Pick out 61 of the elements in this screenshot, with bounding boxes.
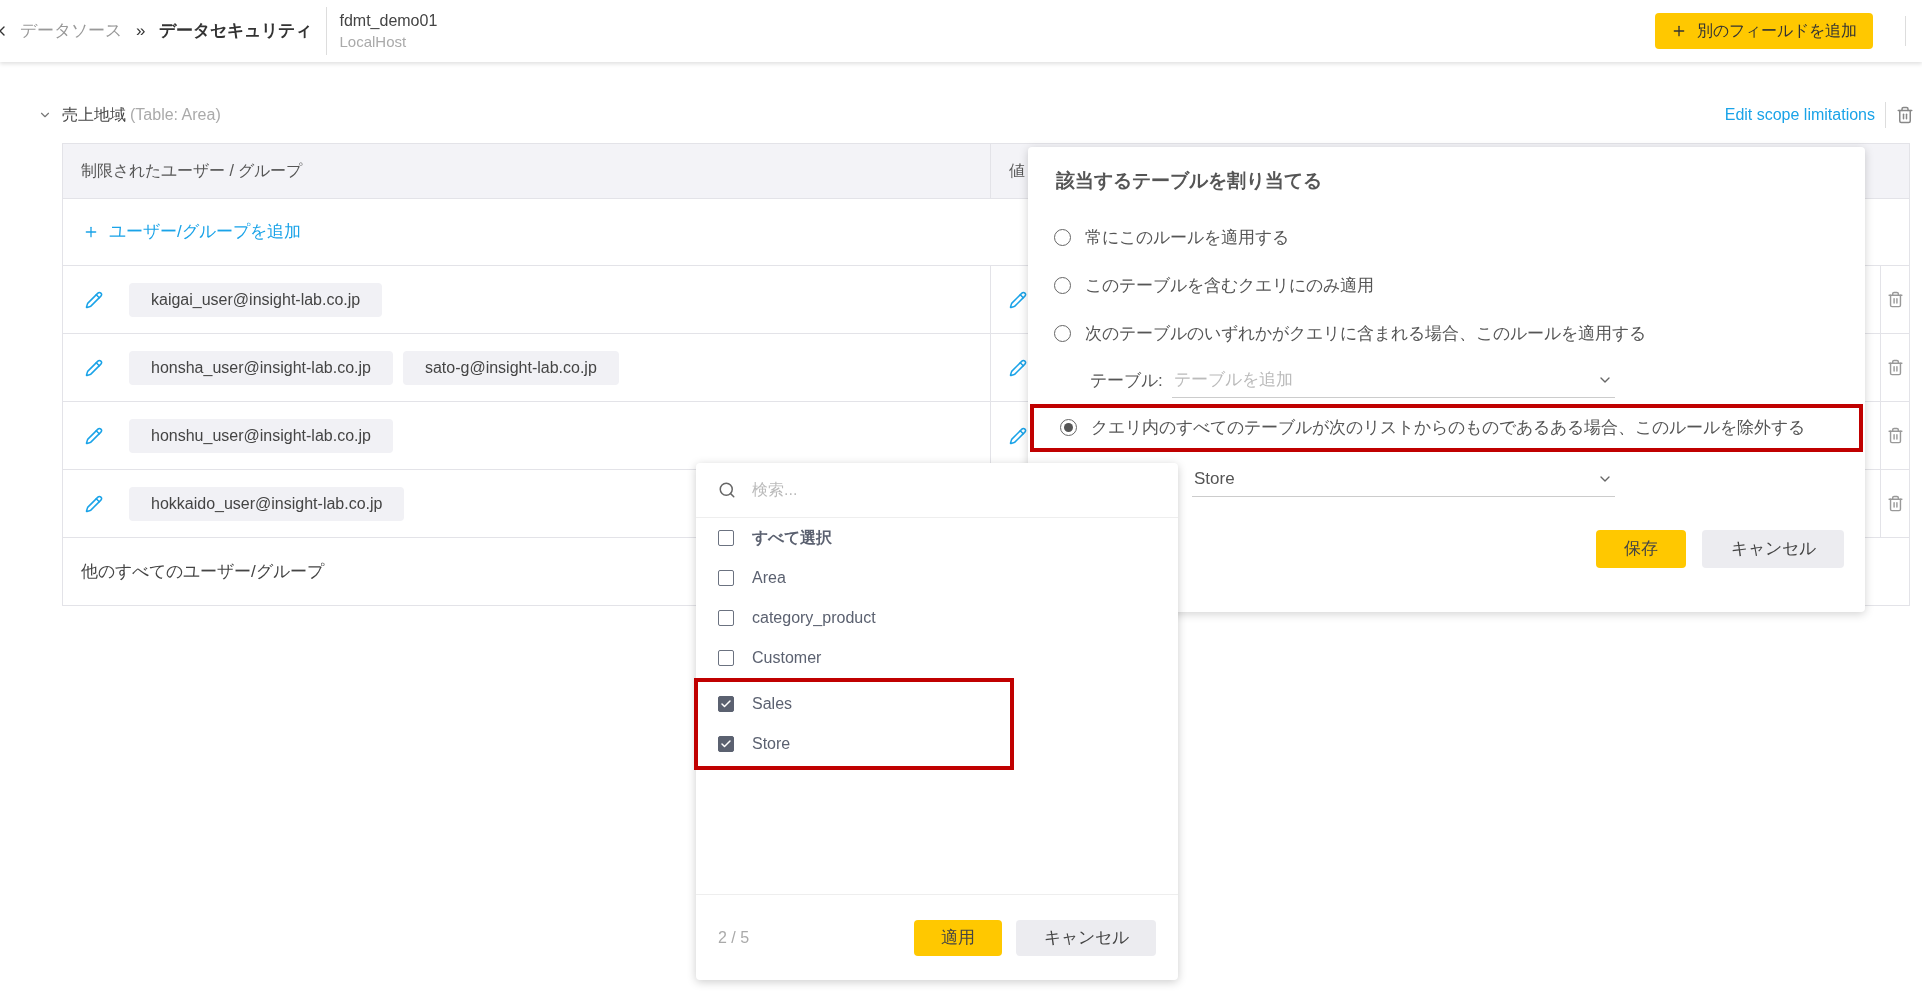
edit-icon[interactable]: [85, 358, 103, 377]
table-option[interactable]: Customer: [752, 646, 822, 670]
select-all-option[interactable]: すべて選択: [752, 526, 832, 550]
table-option[interactable]: Store: [752, 732, 791, 756]
trash-icon[interactable]: [1896, 106, 1914, 124]
checkbox[interactable]: [718, 650, 734, 666]
radio-label: 常にこのルールを適用する: [1085, 226, 1289, 249]
exclude-table-select[interactable]: Store: [1192, 462, 1615, 497]
checkbox[interactable]: [718, 696, 734, 712]
edit-icon[interactable]: [85, 290, 103, 309]
radio-button[interactable]: [1060, 419, 1077, 436]
checkbox[interactable]: [718, 530, 734, 546]
edit-icon[interactable]: [1009, 358, 1027, 377]
checkbox[interactable]: [718, 610, 734, 626]
other-users-label: 他のすべてのユーザー/グループ: [81, 560, 324, 583]
field-label: テーブル:: [1090, 369, 1164, 392]
radio-button[interactable]: [1054, 325, 1071, 342]
radio-label: 次のテーブルのいずれかがクエリに含まれる場合、このルールを適用する: [1085, 322, 1646, 345]
check-icon: [720, 698, 732, 710]
column-header: 値: [1009, 161, 1025, 181]
section-subtitle: (Table: Area): [130, 105, 221, 125]
edit-icon[interactable]: [1009, 426, 1027, 445]
radio-button[interactable]: [1054, 229, 1071, 246]
radio-label: クエリ内のすべてのテーブルが次のリストからのものであるある場合、このルールを除外する: [1091, 416, 1805, 439]
apply-button[interactable]: 適用: [914, 919, 1002, 956]
save-button[interactable]: 保存: [1596, 529, 1686, 568]
trash-icon[interactable]: [1886, 427, 1904, 444]
trash-icon[interactable]: [1886, 359, 1904, 376]
selection-count: 2 / 5: [718, 927, 750, 948]
add-field-button[interactable]: 別のフィールドを追加: [1655, 13, 1873, 49]
dialog-title: 該当するテーブルを割り当てる: [1056, 169, 1323, 193]
check-icon: [720, 738, 732, 750]
user-chip: kaigai_user@insight-lab.co.jp: [129, 282, 383, 317]
breadcrumb-separator: »: [136, 20, 146, 43]
checkbox[interactable]: [718, 570, 734, 586]
trash-icon[interactable]: [1886, 291, 1904, 308]
edit-icon[interactable]: [85, 494, 103, 513]
plus-icon: [83, 224, 99, 240]
breadcrumb-item: データセキュリティ: [159, 20, 313, 43]
section-title: 売上地域: [62, 105, 126, 125]
user-chip: hokkaido_user@insight-lab.co.jp: [129, 486, 405, 521]
radio-button[interactable]: [1054, 277, 1071, 294]
trash-icon[interactable]: [1886, 495, 1904, 512]
datasource-name: fdmt_demo01: [339, 11, 438, 31]
table-option[interactable]: category_product: [752, 606, 876, 630]
datasource-host: LocalHost: [339, 32, 408, 52]
radio-label: このテーブルを含むクエリにのみ適用: [1085, 274, 1374, 297]
edit-icon[interactable]: [85, 426, 103, 445]
table-option[interactable]: Sales: [752, 692, 793, 716]
user-chip: honsha_user@insight-lab.co.jp: [129, 350, 393, 385]
user-chip: honshu_user@insight-lab.co.jp: [129, 418, 393, 453]
search-icon: [718, 481, 736, 499]
user-chip: sato-g@insight-lab.co.jp: [402, 350, 619, 385]
plus-icon: [1671, 23, 1687, 39]
table-option[interactable]: Area: [752, 566, 786, 590]
edit-icon[interactable]: [1009, 290, 1027, 309]
cancel-button[interactable]: キャンセル: [1702, 529, 1844, 568]
search-field[interactable]: 検索...: [752, 478, 1178, 502]
checkbox[interactable]: [718, 736, 734, 752]
cancel-button[interactable]: キャンセル: [1016, 919, 1156, 956]
column-header: 制限されたユーザー / グループ: [63, 144, 991, 198]
